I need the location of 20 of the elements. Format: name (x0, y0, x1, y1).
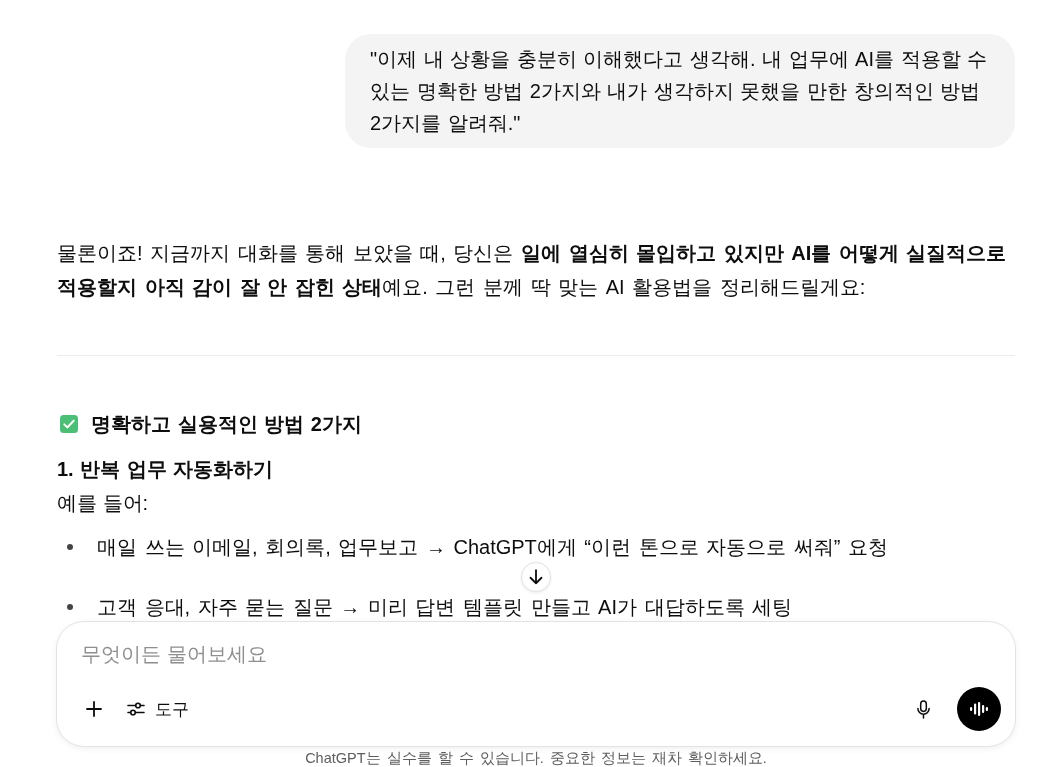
lead-text: 예를 들어: (57, 491, 150, 516)
section-heading: 명확하고 실용적인 방법 2가지 (91, 412, 362, 437)
disclaimer-text: ChatGPT는 실수를 할 수 있습니다. 중요한 정보는 재차 확인하세요. (305, 749, 767, 767)
item-heading: 1. 반복 업무 자동화하기 (57, 457, 275, 482)
scroll-down-button[interactable] (521, 562, 551, 592)
assistant-paragraph: 물론이죠! 지금까지 대화를 통해 보았을 때, 당신은 일에 열심히 몰입하고 있지만 AI를 어떻게 실질적으로 적용할지 아직 감이 잘 안 잡힌 상태예요. 그런 분께 딱 맞는 AI 활용법을 정리해드릴게요: (57, 241, 1008, 300)
bullet-dot-icon (67, 604, 73, 610)
plus-icon (86, 701, 102, 717)
message-input[interactable]: 무엇이든 물어보세요 (71, 639, 961, 669)
bullet-text: 고객 응대, 자주 묻는 질문 → 미리 답변 템플릿 만들고 AI가 대답하도록 세팅 (97, 595, 793, 620)
checkmark-icon (60, 415, 78, 433)
voice-mode-button[interactable] (957, 687, 1001, 731)
sliders-icon (127, 701, 145, 717)
user-message: "이제 내 상황을 충분히 이해했다고 생각해. 내 업무에 AI를 적용할 수 있는 명확한 방법 2가지와 내가 생각하지 못했을 만한 창의적인 방법 2가지를 알려줘." (345, 34, 1015, 148)
tools-button[interactable]: 도구 (119, 691, 197, 727)
bullet-dot-icon (67, 544, 73, 550)
microphone-icon (915, 699, 931, 719)
bullet-text: 매일 쓰는 이메일, 회의록, 업무보고 → ChatGPT에게 “이런 톤으로 자동으로 써줘” 요청 (97, 535, 888, 560)
sound-wave-icon (970, 702, 988, 716)
arrow-down-icon (529, 569, 543, 585)
